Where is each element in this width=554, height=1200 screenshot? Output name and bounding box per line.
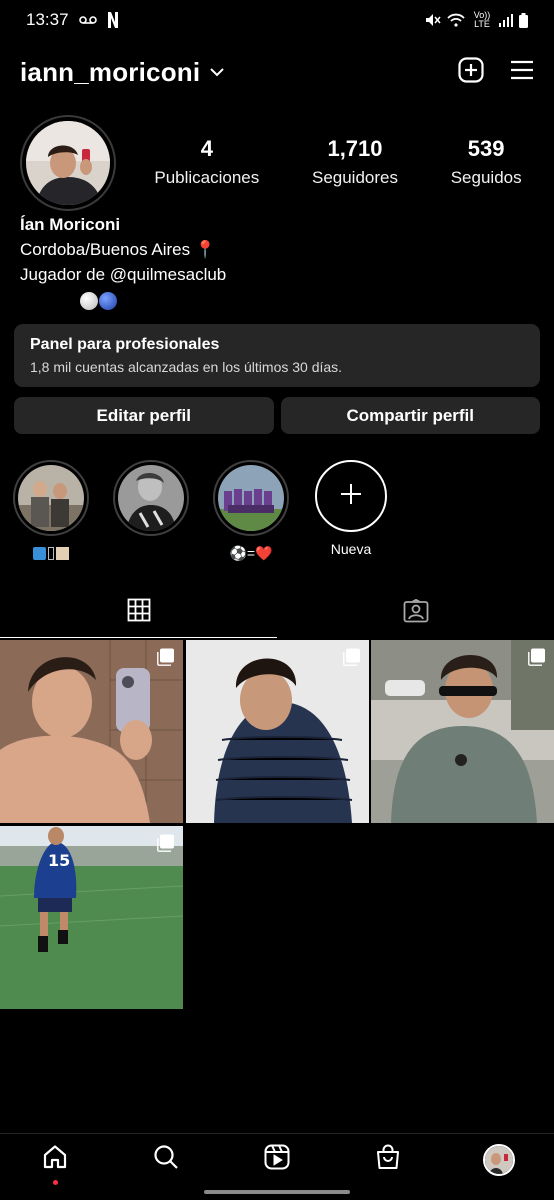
highlight-label — [33, 544, 69, 562]
tab-posts-grid[interactable] — [0, 588, 277, 638]
new-highlight[interactable]: Nueva — [312, 460, 390, 562]
stat-followers[interactable]: 1,710 Seguidores — [312, 136, 398, 188]
stat-value: 1,710 — [327, 136, 383, 161]
bottom-navigation — [0, 1133, 554, 1185]
bio-location: Cordoba/Buenos Aires 📍 — [20, 240, 216, 259]
svg-text:15: 15 — [48, 851, 70, 870]
menu-icon[interactable] — [510, 59, 534, 86]
chevron-down-icon[interactable] — [210, 67, 225, 77]
stat-value: 4 — [200, 136, 213, 161]
plus-icon — [339, 482, 363, 511]
netflix-icon — [107, 12, 119, 28]
stat-value: 539 — [467, 136, 505, 161]
tab-tagged[interactable] — [277, 588, 554, 638]
stat-label: Seguidos — [450, 168, 522, 187]
post-thumbnail[interactable] — [0, 640, 183, 823]
story-highlights: ⚽=❤️ Nueva — [12, 460, 390, 562]
bio-team[interactable]: Jugador de @quilmesaclub — [20, 262, 226, 287]
signal-icon — [499, 13, 513, 27]
nav-profile[interactable] — [469, 1143, 529, 1176]
nav-shop[interactable] — [358, 1144, 418, 1175]
voicemail-icon — [78, 15, 97, 25]
network-label: Vo)) LTE — [473, 10, 491, 29]
profile-stats: 4 Publicaciones 1,710 Seguidores 539 Seg… — [128, 136, 548, 188]
carousel-icon — [157, 648, 175, 671]
stat-label: Seguidores — [311, 168, 398, 187]
tagged-icon — [403, 598, 429, 628]
battery-icon — [519, 12, 528, 28]
highlight-item[interactable]: ⚽=❤️ — [212, 460, 290, 562]
create-post-icon[interactable] — [458, 56, 484, 88]
nav-home[interactable] — [25, 1144, 85, 1185]
carousel-icon — [342, 648, 361, 671]
highlight-item[interactable] — [12, 460, 90, 562]
mute-icon — [425, 13, 441, 27]
post-thumbnail[interactable]: 15 — [0, 825, 183, 1009]
post-thumbnail[interactable] — [371, 640, 554, 823]
professional-dashboard[interactable]: Panel para profesionales 1,8 mil cuentas… — [14, 324, 540, 387]
blue-ball-icon — [99, 291, 117, 310]
highlight-cover — [218, 465, 284, 531]
jersey-emoji-icon — [33, 546, 46, 560]
profile-avatar[interactable] — [20, 115, 116, 211]
post-thumbnail[interactable] — [185, 640, 369, 823]
edit-profile-button[interactable]: Editar perfil — [14, 397, 274, 434]
shopping-bag-icon — [375, 1144, 401, 1175]
reels-icon — [264, 1144, 290, 1175]
gesture-bar — [204, 1190, 350, 1194]
profile-actions: Editar perfil Compartir perfil — [14, 397, 540, 434]
pro-panel-title: Panel para profesionales — [30, 336, 220, 353]
highlight-cover — [118, 465, 184, 531]
carousel-icon — [528, 648, 546, 671]
share-profile-button[interactable]: Compartir perfil — [280, 397, 540, 434]
profile-avatar-icon — [482, 1143, 515, 1176]
profile-bio: Ían Moriconi Cordoba/Buenos Aires 📍 Juga… — [20, 212, 226, 312]
highlight-item[interactable] — [112, 460, 190, 562]
status-bar: 13:37 Vo)) LTE — [0, 0, 554, 40]
highlight-label: Nueva — [330, 541, 372, 557]
display-name: Ían Moriconi — [20, 215, 121, 234]
nav-reels[interactable] — [247, 1144, 307, 1175]
stat-following[interactable]: 539 Seguidos — [451, 136, 522, 188]
beige-emoji-icon — [56, 546, 69, 560]
wifi-icon — [447, 13, 465, 27]
notification-dot — [52, 1180, 58, 1185]
status-time: 13:37 — [26, 10, 69, 29]
search-icon — [153, 1144, 179, 1175]
new-highlight-button[interactable] — [315, 460, 387, 532]
white-ball-icon — [80, 291, 98, 310]
highlight-label: ⚽=❤️ — [229, 544, 273, 561]
pro-panel-subtitle: 1,8 mil cuentas alcanzadas en los último… — [30, 359, 343, 375]
avatar — [26, 121, 110, 205]
profile-tabs — [0, 588, 554, 638]
nav-search[interactable] — [136, 1144, 196, 1175]
stat-label: Publicaciones — [154, 168, 260, 187]
username-switcher[interactable]: iann_moriconi — [20, 57, 200, 88]
bio-emoji-row — [20, 287, 226, 312]
carousel-icon — [157, 834, 175, 857]
grid-icon — [127, 598, 151, 627]
highlight-cover — [18, 465, 84, 531]
home-icon — [42, 1144, 68, 1175]
blank-emoji-icon — [48, 546, 54, 560]
posts-grid: 15 — [0, 640, 554, 1009]
profile-header: iann_moriconi — [0, 52, 554, 92]
stat-posts[interactable]: 4 Publicaciones — [154, 136, 259, 188]
